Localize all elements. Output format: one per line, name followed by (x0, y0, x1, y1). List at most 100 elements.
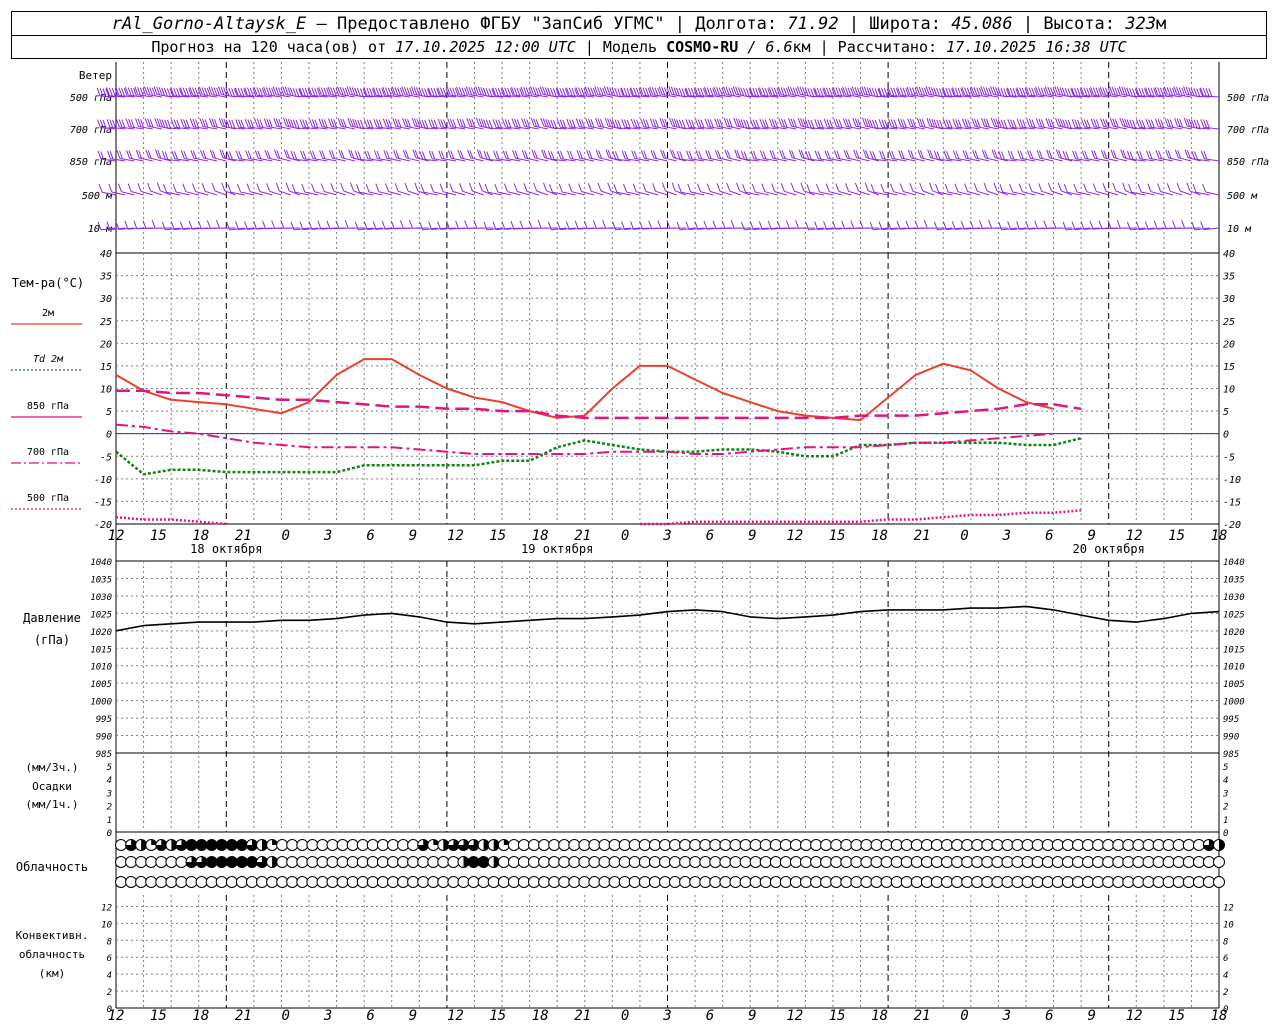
cloud-cell (387, 856, 399, 868)
cloud-cell (155, 856, 168, 868)
conv-tick-right: 2 (1223, 988, 1228, 998)
x-tick-label: 9 (748, 528, 756, 544)
cloud-cell (276, 876, 289, 888)
pres-tick-right: 1000 (1223, 698, 1245, 708)
cloud-cell (1182, 856, 1195, 868)
wind-level-label-right: 700 гПа (1227, 125, 1269, 136)
temp-tick-right: 5 (1223, 407, 1229, 418)
cloud-cell (185, 876, 198, 888)
x-tick-label-bottom: 21 (914, 1008, 931, 1024)
cloud-cell (1132, 876, 1145, 888)
precip-tick-right: 1 (1223, 816, 1228, 826)
cloud-cell (528, 876, 540, 888)
temp-tick-right: 0 (1223, 430, 1229, 441)
cloud-cell (306, 876, 319, 888)
cloud-cell (1192, 876, 1205, 888)
cloud-cell (961, 856, 974, 868)
wind-barbs-row (97, 117, 1220, 130)
precip-tick-right: 2 (1223, 803, 1228, 813)
cloud-cell (165, 876, 178, 888)
cloud-cell (719, 856, 732, 868)
cloud-cell (1031, 856, 1044, 868)
cloud-cell (155, 876, 168, 888)
precip-unit-3h: (мм/3ч.) (26, 761, 79, 774)
cloud-cell (830, 856, 843, 868)
precip-title: Осадки (32, 780, 72, 793)
cloud-cell (1142, 856, 1155, 868)
cloud-cell (1011, 839, 1024, 851)
day-label: 19 октября (521, 542, 593, 556)
cloud-cell (467, 876, 480, 888)
x-tick-label: 6 (706, 528, 714, 544)
x-tick-label: 0 (621, 528, 629, 544)
cloud-cell (618, 839, 631, 851)
cloud-cell (870, 839, 883, 851)
precip-tick-left: 1 (107, 816, 112, 826)
conv-tick-left: 8 (107, 937, 112, 947)
cloud-cell (739, 876, 752, 888)
cloud-cell (669, 856, 681, 868)
conv-title-2: облачность (19, 948, 85, 961)
cloud-cell (971, 839, 984, 851)
x-tick-label-bottom: 6 (366, 1008, 374, 1024)
cloud-cell (316, 839, 329, 851)
pres-tick-left: 1025 (90, 610, 112, 620)
cloud-cell (346, 876, 359, 888)
precip-tick-right: 3 (1222, 789, 1228, 799)
cloud-cell-fill (206, 839, 218, 851)
cloud-cell (699, 876, 712, 888)
cloud-cell (578, 876, 591, 888)
cloud-cell (115, 856, 127, 868)
precip-tick-left: 0 (107, 829, 112, 839)
cloud-cell (145, 856, 158, 868)
temp-tick-right: 35 (1222, 272, 1235, 283)
cloud-cell (517, 856, 530, 868)
cloud-cell (1041, 876, 1054, 888)
cloud-cell-fill (236, 839, 248, 851)
pres-tick-right: 1010 (1223, 663, 1245, 673)
cloud-cell (1152, 839, 1165, 851)
cloud-cell (538, 876, 551, 888)
pres-tick-right: 1015 (1223, 645, 1245, 655)
cloud-cell (1051, 876, 1064, 888)
meteogram: -20 -20-15 -15-10 -10-5 -50 05 510 1015 1520 2025… (11, 62, 1269, 1024)
temp-tick-left: 30 (99, 294, 112, 305)
cloud-cell (558, 839, 571, 851)
cloud-cell (286, 839, 299, 851)
cloud-cell (951, 839, 964, 851)
wind-barbs-row (97, 149, 1220, 162)
cloud-cell-fill (216, 839, 228, 851)
cloud-cell (356, 856, 369, 868)
cloud-cell (850, 856, 863, 868)
cloud-cell (1082, 876, 1094, 888)
pres-tick-left: 1030 (90, 593, 112, 603)
cloud-cell (648, 876, 661, 888)
cloud-cell (1132, 839, 1145, 851)
cloud-cell (1112, 839, 1125, 851)
wind-level-label-right: 500 м (1227, 191, 1258, 202)
cloud-cell (749, 856, 762, 868)
x-tick-label: 12 (786, 528, 803, 544)
cloud-cell (1182, 839, 1195, 851)
cloud-cell (507, 839, 520, 851)
cloud-cell (850, 876, 863, 888)
cloud-cell (1122, 876, 1135, 888)
cloud-cell (588, 876, 601, 888)
precip-tick-right: 5 (1223, 763, 1228, 773)
x-tick-label: 12 (447, 528, 464, 544)
temp-tick-right: 20 (1223, 339, 1235, 350)
cloud-cell (749, 839, 762, 851)
cloud-cell (1092, 856, 1105, 868)
x-tick-label: 15 (829, 528, 846, 544)
cloud-cell (628, 839, 641, 851)
cloud-cell (517, 876, 530, 888)
cloud-cell (991, 839, 1004, 851)
temp-tick-left: 25 (100, 317, 112, 328)
cloud-cell (1061, 856, 1074, 868)
cloud-cell (1202, 856, 1215, 868)
x-tick-label-bottom: 18 (871, 1008, 888, 1024)
conv-unit: (км) (39, 967, 66, 980)
precip-unit-1h: (мм/1ч.) (26, 798, 79, 811)
cloud-cell (709, 876, 722, 888)
cloud-cell (397, 876, 410, 888)
